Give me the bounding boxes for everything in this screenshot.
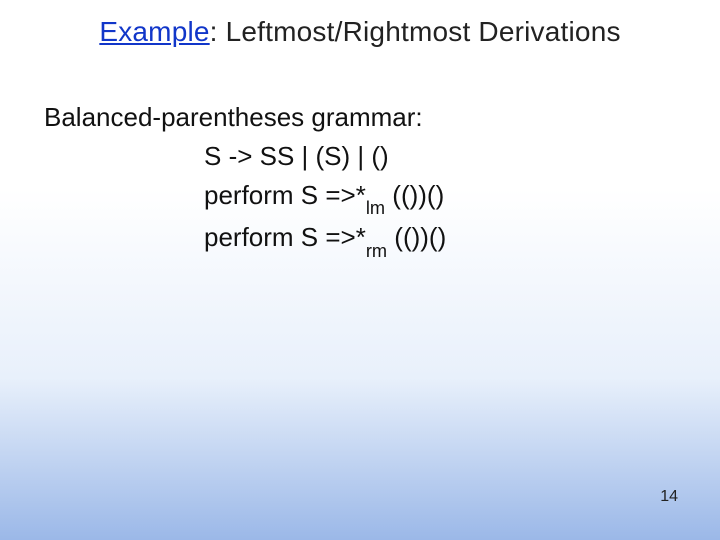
line4-prefix: perform S =>* bbox=[204, 222, 366, 252]
page-number: 14 bbox=[660, 488, 678, 506]
line3-subscript: lm bbox=[366, 198, 385, 218]
body-line-3: perform S =>*lm (())() bbox=[204, 176, 446, 218]
body-line-2: S -> SS | (S) | () bbox=[204, 137, 446, 176]
body-line-1: Balanced-parentheses grammar: bbox=[44, 98, 446, 137]
line3-prefix: perform S =>* bbox=[204, 180, 366, 210]
line4-suffix: (())() bbox=[387, 222, 446, 252]
slide-body: Balanced-parentheses grammar: S -> SS | … bbox=[44, 98, 446, 261]
line3-suffix: (())() bbox=[385, 180, 444, 210]
body-line-4: perform S =>*rm (())() bbox=[204, 218, 446, 260]
title-rest: : Leftmost/Rightmost Derivations bbox=[210, 16, 621, 47]
slide-title: Example: Leftmost/Rightmost Derivations bbox=[0, 16, 720, 48]
slide: Example: Leftmost/Rightmost Derivations … bbox=[0, 0, 720, 540]
line4-subscript: rm bbox=[366, 241, 387, 261]
title-accent: Example bbox=[99, 16, 209, 47]
